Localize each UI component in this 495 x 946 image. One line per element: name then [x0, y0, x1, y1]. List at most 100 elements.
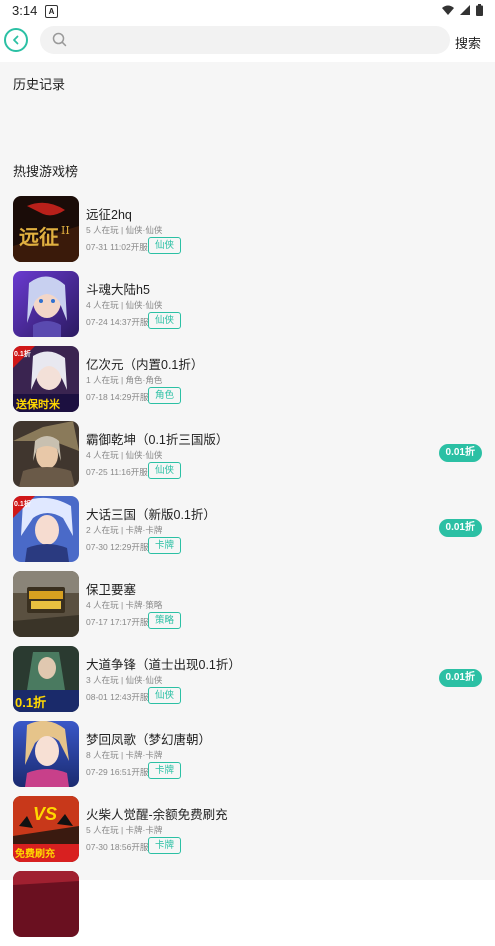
svg-text:VS: VS — [33, 804, 57, 824]
game-name: 远征2hq — [86, 208, 132, 222]
svg-text:免费刷充: 免费刷充 — [15, 847, 55, 860]
game-name: 大道争锋（道士出现0.1折） — [86, 658, 241, 672]
game-icon-dadao: 0.1折 — [13, 646, 79, 712]
game-name: 保卫要塞 — [86, 583, 137, 597]
game-meta: 1 人在玩 | 角色·角色 — [86, 375, 163, 385]
game-meta: 8 人在玩 | 卡牌·卡牌 — [86, 750, 163, 760]
game-tag: 策略 — [148, 612, 182, 629]
game-players: 8 人在玩 — [86, 750, 119, 760]
game-item[interactable]: 0.1折 大道争锋（道士出现0.1折） 3 人在玩 | 仙侠·仙侠 08-01 … — [0, 646, 495, 721]
game-name: 火柴人觉醒-余额免费刷充 — [86, 808, 228, 822]
battery-icon — [476, 4, 483, 16]
chevron-left-icon — [13, 35, 19, 45]
game-open-date: 07-30 12:29开服 — [86, 542, 149, 552]
game-open-date: 07-29 16:51开服 — [86, 767, 149, 777]
game-name: 霸御乾坤（0.1折三国版） — [86, 433, 229, 447]
game-genre: 卡牌·卡牌 — [125, 525, 163, 535]
game-open-date: 08-01 12:43开服 — [86, 692, 149, 702]
game-item[interactable]: 远征 II 远征2hq 5 人在玩 | 仙侠·仙侠 07-31 11:02开服 仙… — [0, 196, 495, 271]
wifi-icon — [442, 5, 454, 15]
svg-text:远征: 远征 — [19, 225, 59, 249]
search-input[interactable] — [76, 26, 440, 56]
svg-text:0.1折: 0.1折 — [15, 695, 46, 710]
game-tag: 仙侠 — [148, 462, 182, 479]
game-tag: 卡牌 — [148, 762, 182, 779]
game-name: 亿次元（内置0.1折） — [86, 358, 204, 372]
game-icon-huochai: VS 免费刷充 — [13, 796, 79, 862]
game-meta: 4 人在玩 | 仙侠·仙侠 — [86, 300, 163, 310]
search-icon — [52, 32, 67, 47]
notification-icon: A — [45, 5, 58, 18]
game-open-date: 07-31 11:02开服 — [86, 242, 148, 252]
game-genre: 仙侠·仙侠 — [125, 675, 163, 685]
svg-text:0.1折: 0.1折 — [14, 349, 31, 358]
game-tag: 角色 — [148, 387, 182, 404]
page-content: 历史记录 热搜游戏榜 远征 II 远征2hq 5 人在玩 | 仙侠·仙侠 07-3… — [0, 62, 495, 937]
game-icon-partial — [13, 871, 79, 937]
status-bar: 3:14 A — [0, 0, 495, 22]
game-item[interactable]: VS 免费刷充 火柴人觉醒-余额免费刷充 5 人在玩 | 卡牌·卡牌 07-30 … — [0, 796, 495, 871]
hot-search-title: 热搜游戏榜 — [13, 164, 79, 179]
game-meta: 2 人在玩 | 卡牌·卡牌 — [86, 525, 163, 535]
game-genre: 仙侠·仙侠 — [125, 450, 163, 460]
status-icons — [442, 4, 483, 16]
game-item[interactable]: 梦回凤歌（梦幻唐朝） 8 人在玩 | 卡牌·卡牌 07-29 16:51开服 卡… — [0, 721, 495, 796]
game-meta: 5 人在玩 | 仙侠·仙侠 — [86, 225, 163, 235]
game-icon-yiciyuan: 0.1折 送保时米 — [13, 346, 79, 412]
discount-badge: 0.01折 — [438, 519, 482, 537]
game-players: 4 人在玩 — [86, 600, 119, 610]
game-icon-yuanzheng: 远征 II — [13, 196, 79, 262]
game-name: 大话三国（新版0.1折） — [86, 508, 216, 522]
game-tag: 卡牌 — [148, 837, 182, 854]
game-meta: 5 人在玩 | 卡牌·卡牌 — [86, 825, 163, 835]
game-genre: 卡牌·卡牌 — [125, 825, 163, 835]
game-players: 1 人在玩 — [86, 375, 119, 385]
game-meta: 4 人在玩 | 仙侠·仙侠 — [86, 450, 163, 460]
signal-icon — [460, 5, 470, 15]
hot-game-list: 远征 II 远征2hq 5 人在玩 | 仙侠·仙侠 07-31 11:02开服 仙… — [0, 196, 495, 946]
game-item[interactable]: 保卫要塞 4 人在玩 | 卡牌·策略 07-17 17:17开服 策略 — [0, 571, 495, 646]
discount-badge: 0.01折 — [438, 669, 482, 687]
game-item[interactable]: 0.1折 送保时米 亿次元（内置0.1折） 1 人在玩 | 角色·角色 07-18… — [0, 346, 495, 421]
game-open-date: 07-17 17:17开服 — [86, 617, 149, 627]
game-meta: 3 人在玩 | 仙侠·仙侠 — [86, 675, 163, 685]
game-open-date: 07-25 11:16开服 — [86, 467, 148, 477]
game-item[interactable]: 0.1折 大话三国（新版0.1折） 2 人在玩 | 卡牌·卡牌 07-30 12… — [0, 496, 495, 571]
game-tag: 仙侠 — [148, 312, 182, 329]
game-players: 4 人在玩 — [86, 300, 119, 310]
game-tag: 仙侠 — [148, 687, 182, 704]
game-item[interactable]: 斗魂大陆h5 4 人在玩 | 仙侠·仙侠 07-24 14:37开服 仙侠 — [0, 271, 495, 346]
search-box[interactable] — [40, 26, 450, 56]
status-time: 3:14 — [12, 3, 38, 18]
back-button[interactable] — [4, 28, 28, 52]
game-players: 5 人在玩 — [86, 825, 119, 835]
game-open-date: 07-30 18:56开服 — [86, 842, 149, 852]
game-icon-dahua: 0.1折 — [13, 496, 79, 562]
game-icon-menghui — [13, 721, 79, 787]
game-item[interactable]: 霸御乾坤（0.1折三国版） 4 人在玩 | 仙侠·仙侠 07-25 11:16开… — [0, 421, 495, 496]
search-header: 搜索 — [0, 22, 495, 62]
game-name: 梦回凤歌（梦幻唐朝） — [86, 733, 212, 747]
game-genre: 仙侠·仙侠 — [125, 225, 163, 235]
game-genre: 卡牌·策略 — [125, 600, 163, 610]
svg-text:0.1折: 0.1折 — [14, 499, 31, 508]
game-players: 3 人在玩 — [86, 675, 119, 685]
game-meta: 4 人在玩 | 卡牌·策略 — [86, 600, 163, 610]
history-title: 历史记录 — [13, 77, 66, 92]
game-icon-douhun — [13, 271, 79, 337]
game-tag: 卡牌 — [148, 537, 182, 554]
game-open-date: 07-24 14:37开服 — [86, 317, 149, 327]
game-icon-baowei — [13, 571, 79, 637]
game-genre: 角色·角色 — [125, 375, 163, 385]
game-players: 5 人在玩 — [86, 225, 119, 235]
game-open-date: 07-18 14:29开服 — [86, 392, 149, 402]
game-players: 2 人在玩 — [86, 525, 119, 535]
game-genre: 卡牌·卡牌 — [125, 750, 163, 760]
game-icon-bayu — [13, 421, 79, 487]
search-button[interactable]: 搜索 — [455, 33, 481, 52]
game-genre: 仙侠·仙侠 — [125, 300, 163, 310]
game-item[interactable] — [0, 871, 495, 946]
game-players: 4 人在玩 — [86, 450, 119, 460]
discount-badge: 0.01折 — [438, 444, 482, 462]
game-tag: 仙侠 — [148, 237, 182, 254]
